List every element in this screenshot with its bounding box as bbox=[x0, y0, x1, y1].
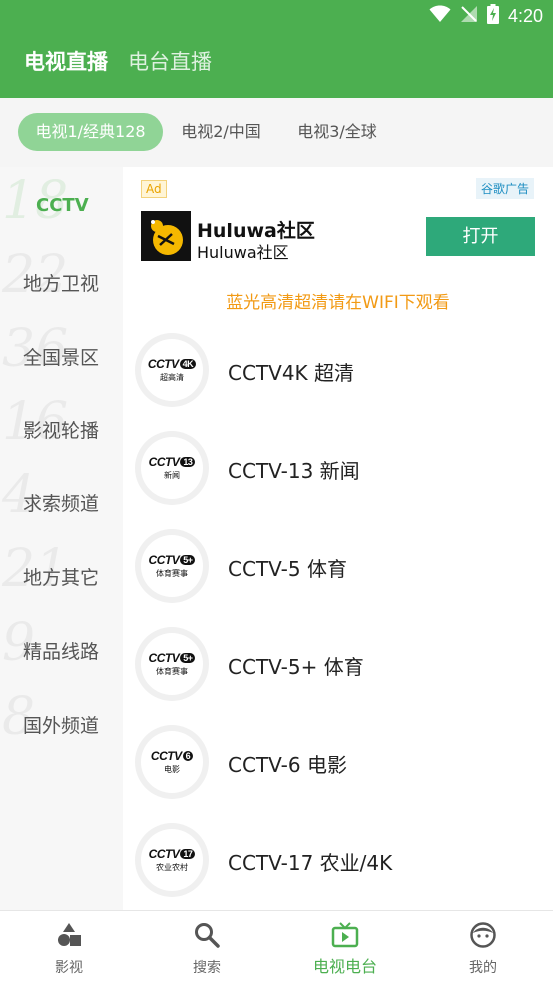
app-header: 4:20 电视直播 电台直播 bbox=[0, 0, 553, 98]
channel-logo: CCTV 17 农业农村 bbox=[135, 823, 209, 897]
category-label: 求索频道 bbox=[23, 493, 100, 515]
search-icon bbox=[195, 923, 220, 948]
channel-item[interactable]: CCTV 6 电影 CCTV-6 电影 bbox=[123, 725, 553, 823]
channel-item[interactable]: CCTV 4K 超高清 CCTV4K 超清 bbox=[123, 333, 553, 431]
category-qiusuo[interactable]: 4 求索频道 bbox=[0, 465, 123, 538]
logo-number: 4K bbox=[179, 359, 197, 369]
channel-name: CCTV-6 电影 bbox=[228, 753, 347, 777]
tab-tv-live[interactable]: 电视直播 bbox=[24, 46, 108, 76]
nav-videos[interactable]: 影视 bbox=[14, 911, 124, 983]
channel-name: CCTV-5 体育 bbox=[228, 557, 347, 581]
channel-logo: CCTV 5+ 体育赛事 bbox=[135, 627, 209, 701]
ad-app-logo[interactable] bbox=[141, 211, 191, 261]
logo-sub: 体育赛事 bbox=[156, 569, 188, 578]
ad-provider-label[interactable]: 谷歌广告 bbox=[475, 178, 534, 199]
status-bar: 4:20 bbox=[0, 0, 553, 32]
bottom-nav: 影视 搜索 电视电台 我的 bbox=[0, 910, 553, 983]
logo-number: 6 bbox=[182, 751, 194, 761]
nav-label: 影视 bbox=[55, 960, 83, 976]
logo-number: 5+ bbox=[180, 555, 196, 565]
logo-brand: CCTV bbox=[148, 455, 180, 469]
logo-number: 13 bbox=[180, 457, 196, 467]
logo-brand: CCTV bbox=[150, 749, 182, 763]
logo-sub: 电影 bbox=[164, 765, 180, 774]
status-time: 4:20 bbox=[507, 5, 543, 26]
logo-sub: 体育赛事 bbox=[156, 667, 188, 676]
shapes-icon bbox=[58, 923, 81, 946]
channel-item[interactable]: CCTV 5+ 体育赛事 CCTV-5 体育 bbox=[123, 529, 553, 627]
channel-item[interactable]: CCTV 5+ 体育赛事 CCTV-5+ 体育 bbox=[123, 627, 553, 725]
logo-sub: 农业农村 bbox=[156, 863, 188, 872]
battery-charging-icon bbox=[486, 4, 499, 28]
category-movie-loop[interactable]: 16 影视轮播 bbox=[0, 392, 123, 465]
channel-name: CCTV-13 新闻 bbox=[228, 459, 360, 483]
channel-logo: CCTV 13 新闻 bbox=[135, 431, 209, 505]
channel-item[interactable]: CCTV 17 农业农村 CCTV-17 农业/4K bbox=[123, 823, 553, 910]
ad-badge: Ad bbox=[141, 180, 167, 198]
ad-subtitle: Huluwa社区 bbox=[197, 243, 289, 262]
sub-tab-bar: 电视1/经典128 电视2/中国 电视3/全球 bbox=[0, 98, 553, 167]
nav-label: 我的 bbox=[469, 960, 497, 976]
logo-sub: 新闻 bbox=[164, 471, 180, 480]
channel-name: CCTV-5+ 体育 bbox=[228, 655, 364, 679]
channel-item[interactable]: CCTV 13 新闻 CCTV-13 新闻 bbox=[123, 431, 553, 529]
status-icons: 4:20 bbox=[429, 4, 543, 28]
wifi-icon bbox=[429, 5, 451, 27]
logo-sub: 超高清 bbox=[160, 373, 184, 382]
category-local-other[interactable]: 21 地方其它 bbox=[0, 539, 123, 612]
nav-mine[interactable]: 我的 bbox=[428, 911, 538, 983]
signal-off-icon bbox=[460, 5, 478, 27]
category-cctv[interactable]: 18 CCTV bbox=[0, 171, 123, 244]
logo-number: 5+ bbox=[180, 653, 196, 663]
category-label: 精品线路 bbox=[23, 641, 100, 663]
face-icon bbox=[470, 922, 496, 948]
category-label: 影视轮播 bbox=[23, 420, 100, 442]
category-label: 全国景区 bbox=[23, 347, 100, 369]
nav-label: 电视电台 bbox=[312, 957, 377, 976]
category-foreign[interactable]: 8 国外频道 bbox=[0, 687, 123, 760]
tab-radio-live[interactable]: 电台直播 bbox=[128, 46, 212, 76]
tv-icon bbox=[331, 922, 359, 948]
channel-panel: Ad 谷歌广告 Huluwa社区 Huluwa社区 打开 蓝光高清超清请在WIF… bbox=[123, 167, 553, 910]
category-premium-lines[interactable]: 9 精品线路 bbox=[0, 613, 123, 686]
subtab-tv2[interactable]: 电视2/中国 bbox=[170, 113, 272, 151]
channel-logo: CCTV 5+ 体育赛事 bbox=[135, 529, 209, 603]
header-tabs: 电视直播 电台直播 bbox=[24, 46, 212, 76]
category-label: CCTV bbox=[36, 195, 89, 216]
subtab-tv3[interactable]: 电视3/全球 bbox=[287, 113, 387, 151]
category-label: 地方卫视 bbox=[23, 273, 100, 295]
gourd-icon bbox=[151, 220, 183, 255]
channel-logo: CCTV 4K 超高清 bbox=[135, 333, 209, 407]
logo-number: 17 bbox=[180, 849, 196, 859]
logo-brand: CCTV bbox=[147, 357, 179, 371]
ad-open-button[interactable]: 打开 bbox=[426, 217, 535, 256]
nav-search[interactable]: 搜索 bbox=[152, 911, 262, 983]
nav-tv-radio[interactable]: 电视电台 bbox=[290, 911, 400, 983]
channel-name: CCTV-17 农业/4K bbox=[228, 851, 393, 875]
logo-brand: CCTV bbox=[148, 553, 180, 567]
category-scenic[interactable]: 36 全国景区 bbox=[0, 319, 123, 392]
channel-logo: CCTV 6 电影 bbox=[135, 725, 209, 799]
logo-brand: CCTV bbox=[148, 651, 180, 665]
wifi-notice: 蓝光高清超清请在WIFI下观看 bbox=[226, 293, 450, 313]
channel-name: CCTV4K 超清 bbox=[228, 361, 355, 385]
subtab-tv1[interactable]: 电视1/经典128 bbox=[18, 113, 163, 151]
category-sidebar: 18 CCTV 22 地方卫视 36 全国景区 16 影视轮播 4 求索频道 2… bbox=[0, 167, 123, 910]
logo-brand: CCTV bbox=[148, 847, 180, 861]
nav-label: 搜索 bbox=[193, 960, 221, 976]
category-local-satellite[interactable]: 22 地方卫视 bbox=[0, 245, 123, 318]
category-label: 地方其它 bbox=[23, 567, 100, 589]
category-label: 国外频道 bbox=[23, 715, 100, 737]
